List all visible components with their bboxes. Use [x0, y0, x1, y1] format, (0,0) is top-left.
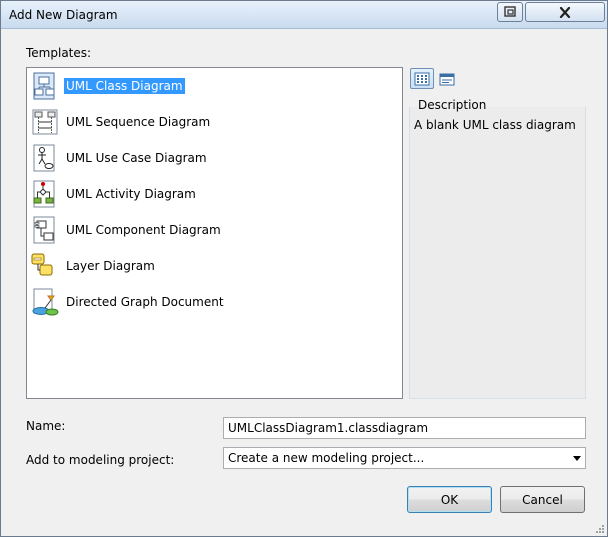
template-item-uml-sequence[interactable]: UML Sequence Diagram: [30, 106, 390, 138]
list-view-button[interactable]: [435, 68, 459, 89]
template-item-uml-component[interactable]: UML Component Diagram: [30, 214, 390, 246]
large-icons-view-icon: [414, 72, 430, 85]
template-label: Directed Graph Document: [66, 295, 224, 309]
modeling-project-value: Create a new modeling project...: [228, 451, 425, 465]
template-item-directed-graph[interactable]: Directed Graph Document: [30, 286, 390, 318]
name-input-value: UMLClassDiagram1.classdiagram: [228, 421, 429, 435]
modeling-project-select[interactable]: Create a new modeling project...: [223, 447, 586, 469]
close-button[interactable]: [525, 2, 605, 22]
template-label: UML Component Diagram: [66, 223, 221, 237]
template-label: UML Activity Diagram: [66, 187, 196, 201]
layer-diagram-icon: [31, 253, 53, 276]
template-label: UML Class Diagram: [63, 77, 186, 95]
template-item-uml-activity[interactable]: UML Activity Diagram: [30, 178, 390, 210]
template-item-uml-class[interactable]: UML Class Diagram: [30, 70, 390, 102]
help-button[interactable]: [497, 2, 523, 22]
name-input[interactable]: UMLClassDiagram1.classdiagram: [223, 417, 586, 439]
description-header: Description: [418, 98, 487, 112]
cancel-button[interactable]: Cancel: [500, 486, 585, 513]
name-label: Name:: [26, 419, 66, 433]
directed-graph-icon: [32, 288, 59, 316]
template-label: Layer Diagram: [66, 259, 155, 273]
template-label: UML Use Case Diagram: [66, 151, 207, 165]
templates-list[interactable]: UML Class Diagram UML Sequence Diagram U…: [26, 67, 403, 399]
resize-grip-icon[interactable]: [593, 522, 605, 534]
add-new-diagram-dialog: Add New Diagram Templates: UML Class Dia…: [0, 0, 608, 537]
uml-sequence-diagram-icon: [32, 109, 58, 135]
description-panel: Description A blank UML class diagram: [409, 96, 586, 399]
template-item-layer[interactable]: Layer Diagram: [30, 250, 390, 282]
description-box: [409, 107, 586, 399]
uml-use-case-diagram-icon: [33, 144, 55, 172]
modeling-project-label: Add to modeling project:: [26, 453, 175, 467]
template-label: UML Sequence Diagram: [66, 115, 211, 129]
description-text: A blank UML class diagram: [414, 118, 576, 132]
chevron-down-icon[interactable]: [573, 456, 581, 461]
ok-button[interactable]: OK: [407, 486, 492, 513]
dialog-title: Add New Diagram: [9, 8, 118, 22]
template-item-uml-use-case[interactable]: UML Use Case Diagram: [30, 142, 390, 174]
uml-component-diagram-icon: [33, 216, 55, 244]
templates-label: Templates:: [26, 46, 92, 60]
title-bar: Add New Diagram: [1, 1, 607, 29]
uml-class-diagram-icon: [33, 72, 55, 100]
list-view-icon: [439, 73, 455, 85]
close-icon: [559, 6, 571, 18]
uml-activity-diagram-icon: [33, 180, 55, 208]
large-icons-view-button[interactable]: [410, 68, 434, 89]
help-icon: [504, 6, 516, 17]
